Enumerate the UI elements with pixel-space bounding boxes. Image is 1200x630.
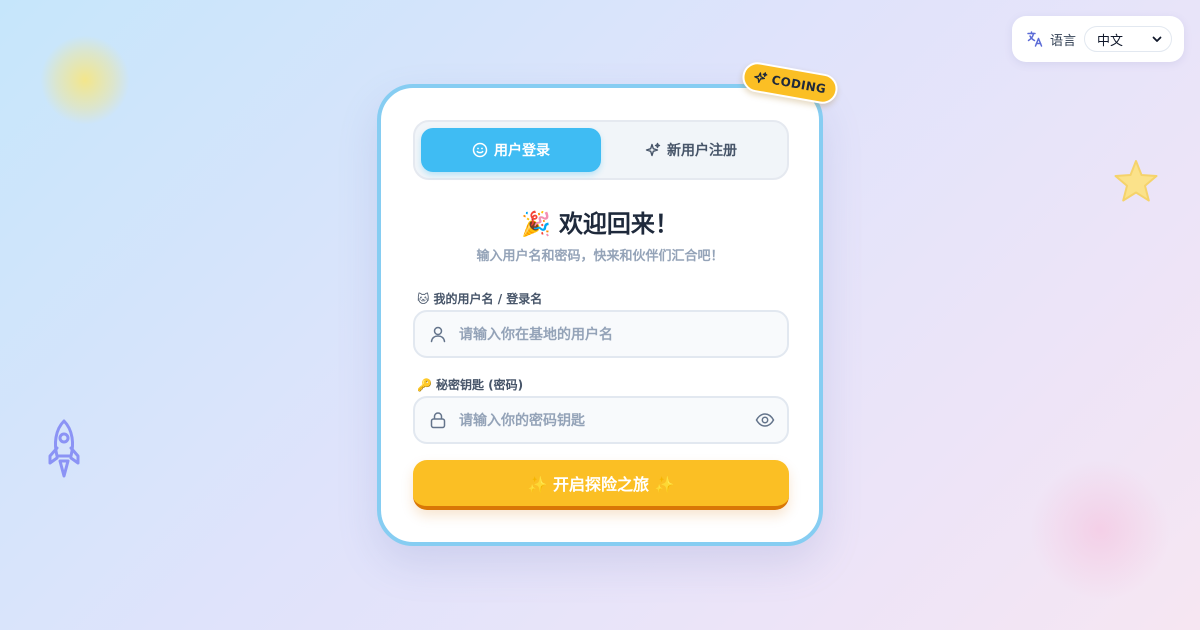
login-card: 用户登录 新用户注册 🎉 欢迎回来！ 输入用户名和密码，快来和伙伴们汇合吧！ 🐱 我… <box>377 84 823 546</box>
lock-icon <box>429 411 447 429</box>
username-label: 🐱 我的用户名 / 登录名 <box>417 290 542 307</box>
tab-login[interactable]: 用户登录 <box>421 128 601 172</box>
username-placeholder: 请输入你在基地的用户名 <box>459 327 613 343</box>
language-label: 语言 <box>1050 33 1077 49</box>
password-label: 🔑 秘密钥匙 (密码) <box>417 376 523 393</box>
cat-icon: 🐱 <box>417 292 430 306</box>
sparkles-icon <box>645 142 661 158</box>
password-label-text: 秘密钥匙 (密码) <box>435 378 524 392</box>
password-input[interactable]: 请输入你的密码钥匙 <box>413 396 789 444</box>
coding-badge-text: CODING <box>770 72 828 97</box>
eye-icon[interactable] <box>755 410 775 430</box>
chevron-down-icon <box>1151 33 1163 45</box>
welcome-title: 欢迎回来！ <box>558 210 679 238</box>
sparkles-icon <box>753 70 769 86</box>
key-icon: 🔑 <box>417 378 432 392</box>
tab-register-label: 新用户注册 <box>667 143 737 159</box>
tab-register[interactable]: 新用户注册 <box>601 128 781 172</box>
language-select[interactable]: 中文 <box>1084 26 1173 52</box>
language-switcher: 语言 中文 <box>1012 16 1184 62</box>
password-placeholder: 请输入你的密码钥匙 <box>459 413 585 429</box>
decorative-glow-yellow <box>40 35 130 125</box>
rocket-icon <box>48 419 80 478</box>
username-input[interactable]: 请输入你在基地的用户名 <box>413 310 789 358</box>
username-label-text: 我的用户名 / 登录名 <box>433 292 543 306</box>
star-icon <box>1114 160 1158 202</box>
party-icon: 🎉 <box>521 210 551 238</box>
decorative-glow-pink <box>1030 460 1170 600</box>
smile-icon <box>472 142 488 158</box>
language-selected-value: 中文 <box>1097 33 1124 49</box>
auth-tabs: 用户登录 新用户注册 <box>413 120 789 180</box>
tab-login-label: 用户登录 <box>494 143 550 159</box>
translate-icon <box>1026 30 1044 48</box>
page-title: 🎉 欢迎回来！ <box>381 204 819 239</box>
user-icon <box>429 325 447 343</box>
welcome-subtitle: 输入用户名和密码，快来和伙伴们汇合吧！ <box>476 249 724 264</box>
submit-button[interactable]: ✨ 开启探险之旅 ✨ <box>413 460 789 510</box>
